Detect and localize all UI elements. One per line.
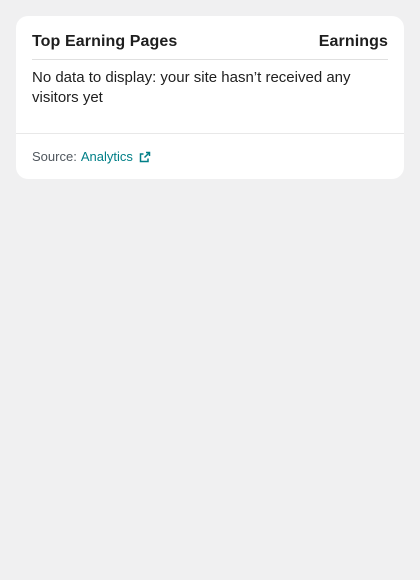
empty-state-message: No data to display: your site hasn’t rec…	[32, 69, 351, 106]
analytics-source-link[interactable]: Analytics	[81, 149, 152, 164]
source-label: Source:	[32, 149, 77, 164]
analytics-link-label: Analytics	[80, 149, 133, 164]
top-earning-pages-card: Top Earning Pages Earnings No data to di…	[16, 16, 404, 179]
table-header: Top Earning Pages Earnings	[32, 16, 388, 60]
card-footer: Source: Analytics	[16, 133, 404, 179]
card-body: Top Earning Pages Earnings No data to di…	[16, 16, 404, 133]
earnings-column-header: Earnings	[318, 32, 388, 50]
external-link-icon	[138, 150, 152, 164]
card-title: Top Earning Pages	[32, 32, 178, 50]
